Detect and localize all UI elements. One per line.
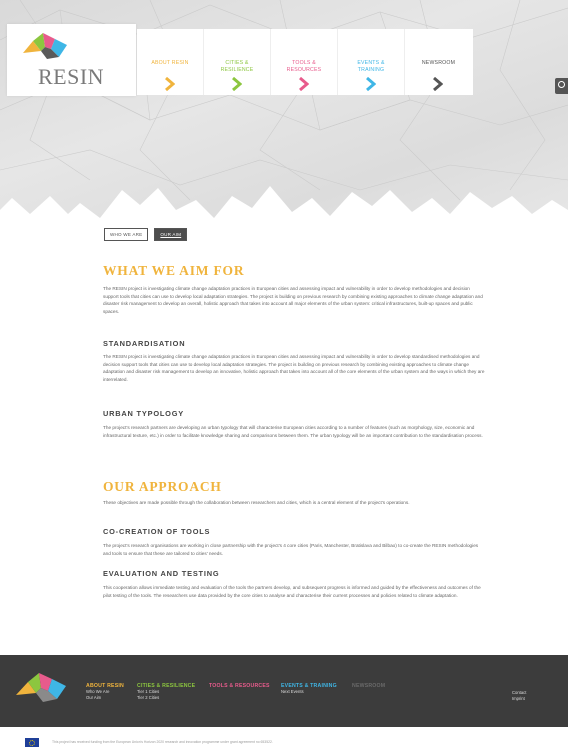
approach-paragraph: These objectives are made possible throu… [103,500,410,505]
chevron-right-icon [299,77,309,91]
eu-flag-icon [25,738,39,747]
intro-paragraph: The RESIN project is investigating clima… [103,286,483,315]
cocreation-paragraph: The project's research organisations are… [103,543,479,556]
footer-link-imprint[interactable]: Imprint [512,696,526,702]
chevron-right-icon [232,77,242,91]
main-nav: ABOUT RESIN CITIES & RESILIENCE TOOLS & … [137,29,473,95]
section-heading-typology: URBAN TYPOLOGY [103,409,185,418]
footer-col-cities: CITIES & RESILIENCE Tier 1 Cities Tier 2… [137,683,195,701]
share-icon [558,81,565,88]
funding-bar: This project has received funding from t… [0,727,568,749]
nav-label-tools: TOOLS & RESOURCES [286,60,322,73]
nav-label-cities: CITIES & RESILIENCE [220,60,254,73]
footer-heading-newsroom[interactable]: NEWSROOM [352,683,385,689]
footer-col-events: EVENTS & TRAINING Next Events [281,683,337,695]
footer-col-about: ABOUT RESIN Who We Are Our Aim [86,683,124,701]
page-title: WHAT WE AIM FOR [103,263,245,278]
evaluation-paragraph: This cooperation allows immediate testin… [103,585,481,598]
footer-link-our-aim[interactable]: Our Aim [86,695,124,701]
nav-tools-resources[interactable]: TOOLS & RESOURCES [271,29,338,95]
chevron-right-icon [433,77,443,91]
approach-title: OUR APPROACH [103,479,222,494]
brand-name: RESIN [38,64,105,89]
footer-col-newsroom: NEWSROOM [352,683,385,689]
resin-logo-icon[interactable] [14,671,72,709]
site-footer: ABOUT RESIN Who We Are Our Aim CITIES & … [0,655,568,727]
subnav-our-aim[interactable]: OUR AIM [154,228,188,241]
footer-link-tier2[interactable]: Tier 2 Cities [137,695,195,701]
footer-col-tools: TOOLS & RESOURCES [209,683,270,689]
chevron-right-icon [165,77,175,91]
nav-label-about: ABOUT RESIN [151,60,189,66]
nav-newsroom[interactable]: NEWSROOM [405,29,472,95]
nav-about-resin[interactable]: ABOUT RESIN [137,29,204,95]
funding-note: This project has received funding from t… [52,740,273,744]
section-heading-evaluation: EVALUATION AND TESTING [103,569,220,578]
brand-logo[interactable]: RESIN [7,24,136,96]
nav-cities-resilience[interactable]: CITIES & RESILIENCE [204,29,271,95]
standardisation-paragraph: The RESIN project is investigating clima… [103,354,485,383]
section-subnav: WHO WE ARE OUR AIM [104,228,188,241]
section-heading-standardisation: STANDARDISATION [103,339,186,348]
resin-logo-icon [23,33,67,59]
nav-events-training[interactable]: EVENTS & TRAINING [338,29,405,95]
section-heading-cocreation: CO-CREATION OF TOOLS [103,527,211,536]
hero-banner: RESIN ABOUT RESIN CITIES & RESILIENCE TO… [0,0,568,240]
footer-link-next-events[interactable]: Next Events [281,689,337,695]
subnav-who-we-are[interactable]: WHO WE ARE [104,228,149,241]
nav-label-events: EVENTS & TRAINING [357,60,385,73]
side-share-tab[interactable] [555,78,568,94]
footer-col-legal: Contact Imprint [512,690,526,702]
footer-heading-tools[interactable]: TOOLS & RESOURCES [209,683,270,689]
chevron-right-icon [366,77,376,91]
typology-paragraph: The project's research partners are deve… [103,425,483,438]
nav-label-newsroom: NEWSROOM [421,60,456,66]
